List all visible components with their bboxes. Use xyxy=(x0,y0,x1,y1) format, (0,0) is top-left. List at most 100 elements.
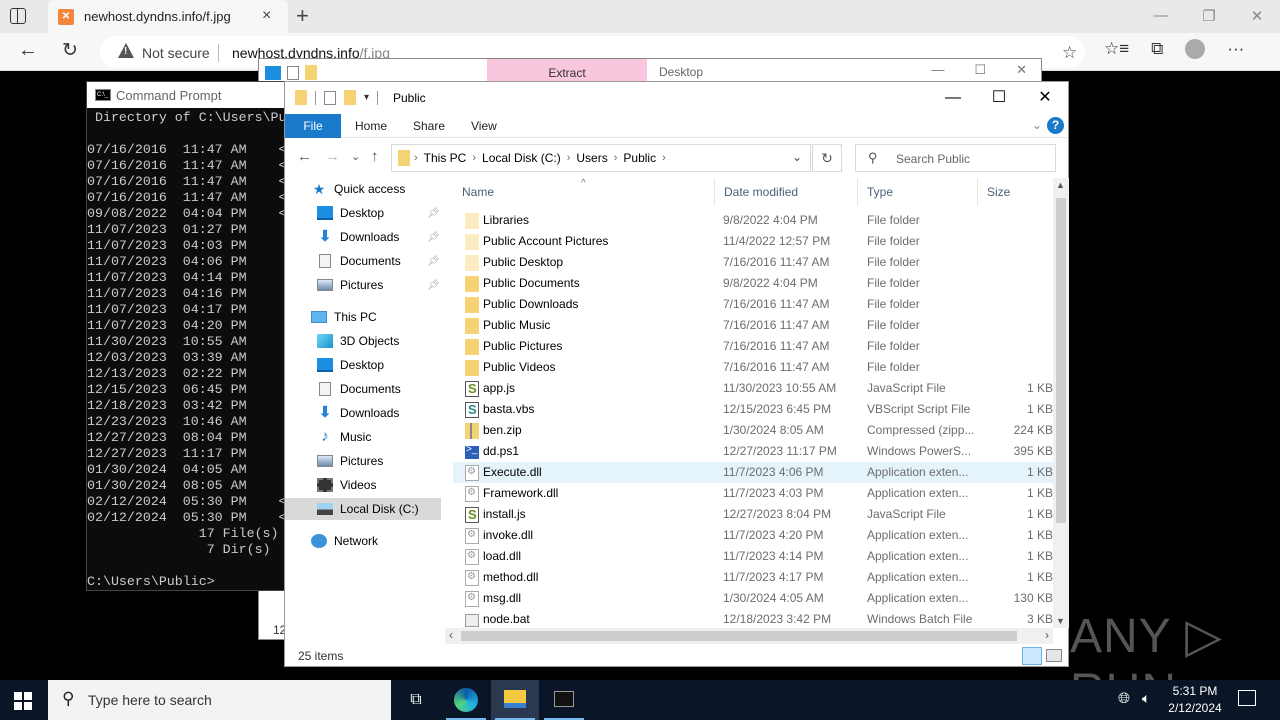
taskbar-file-explorer[interactable] xyxy=(491,680,539,720)
new-folder-icon[interactable] xyxy=(305,65,317,80)
start-button[interactable] xyxy=(14,692,32,710)
cmd-output[interactable]: Directory of C:\Users\Pu 07/16/2016 11:47… xyxy=(87,108,285,590)
file-row[interactable]: Public Desktop 7/16/2016 11:47 AM File fol… xyxy=(453,252,1053,273)
close-icon[interactable]: ✕ xyxy=(1016,62,1027,78)
volume-icon[interactable]: 🔈︎ xyxy=(1142,690,1150,707)
search-input[interactable]: ⚲ Search Public xyxy=(855,144,1056,172)
not-secure-label[interactable]: Not secure xyxy=(142,45,210,61)
taskbar-command-prompt[interactable] xyxy=(540,680,588,720)
sidebar-item-pictures[interactable]: Pictures 📌︎ xyxy=(285,274,441,296)
back-button[interactable]: ← xyxy=(297,148,312,165)
sidebar-item-desktop[interactable]: Desktop 📌︎ xyxy=(285,202,441,224)
sidebar-item-downloads[interactable]: ⬇ Downloads 📌︎ xyxy=(285,226,441,248)
breadcrumb-item[interactable]: Users xyxy=(576,151,607,165)
extract-context-tab[interactable]: Extract xyxy=(487,59,647,81)
notifications-icon[interactable] xyxy=(1238,690,1256,706)
file-row[interactable]: app.js 11/30/2023 10:55 AM JavaScript File… xyxy=(453,378,1053,399)
sidebar-item-documents[interactable]: Documents xyxy=(285,378,441,400)
pin-icon[interactable]: 📌︎ xyxy=(427,280,440,291)
file-row[interactable]: basta.vbs 12/15/2023 6:45 PM VBScript Scri… xyxy=(453,399,1053,420)
more-icon[interactable]: ··· xyxy=(1227,39,1244,59)
task-view-button[interactable]: ⧉ xyxy=(392,680,440,720)
sidebar-item-this-pc[interactable]: This PC xyxy=(285,306,441,328)
restore-icon[interactable]: ❐ xyxy=(1200,7,1218,25)
column-size[interactable]: Size xyxy=(978,178,1053,206)
explorer-titlebar[interactable]: ▾ Public — ☐ ✕ xyxy=(285,82,1068,114)
horizontal-scrollbar[interactable]: ‹ › xyxy=(445,628,1053,644)
network-icon[interactable]: 🌐︎ xyxy=(1118,690,1130,707)
details-view-icon[interactable] xyxy=(1022,647,1042,665)
sidebar-item-local-disk-c[interactable]: Local Disk (C:) xyxy=(285,498,441,520)
breadcrumb[interactable]: › This PC › Local Disk (C:) › Users › Public › ⌄ xyxy=(391,144,811,172)
vertical-scrollbar[interactable]: ▲ ▼ xyxy=(1053,178,1069,628)
scroll-down-icon[interactable]: ▼ xyxy=(1056,616,1065,626)
file-row[interactable]: node.bat 12/18/2023 3:42 PM Windows Batch … xyxy=(453,609,1053,628)
tab-share[interactable]: Share xyxy=(413,114,445,138)
sidebar-item-videos[interactable]: Videos xyxy=(285,474,441,496)
file-row[interactable]: Framework.dll 11/7/2023 4:03 PM Applicatio… xyxy=(453,483,1053,504)
expand-ribbon-icon[interactable]: ⌄ xyxy=(1032,118,1042,132)
new-folder-icon[interactable] xyxy=(344,90,356,105)
clock[interactable]: 5:31 PM 2/12/2024 xyxy=(1165,683,1225,717)
file-row[interactable]: Libraries 9/8/2022 4:04 PM File folder xyxy=(453,210,1053,231)
command-prompt-window[interactable]: C:\_ Command Prompt Directory of C:\User… xyxy=(86,81,286,591)
help-icon[interactable]: ? xyxy=(1047,117,1064,134)
file-row[interactable]: Public Pictures 7/16/2016 11:47 AM File fo… xyxy=(453,336,1053,357)
vertical-scroll-thumb[interactable] xyxy=(1056,198,1066,523)
chevron-right-icon[interactable]: › xyxy=(472,152,476,164)
pin-icon[interactable]: 📌︎ xyxy=(427,232,440,243)
close-icon[interactable]: ✕ xyxy=(1248,7,1266,25)
sidebar-item-3d-objects[interactable]: 3D Objects xyxy=(285,330,441,352)
file-row[interactable]: Execute.dll 11/7/2023 4:06 PM Application … xyxy=(453,462,1053,483)
maximize-button[interactable]: ☐ xyxy=(976,82,1022,114)
sidebar-item-network[interactable]: Network xyxy=(285,530,441,552)
up-button[interactable]: ↑ xyxy=(371,148,379,165)
scroll-right-icon[interactable]: › xyxy=(1045,628,1049,642)
tab-home[interactable]: Home xyxy=(355,114,387,138)
sidebar-item-downloads[interactable]: ⬇ Downloads xyxy=(285,402,441,424)
browser-tab[interactable]: ✕ newhost.dyndns.info/f.jpg × xyxy=(48,0,288,33)
maximize-icon[interactable]: ☐ xyxy=(974,62,986,78)
chevron-right-icon[interactable]: › xyxy=(662,152,666,164)
customize-toolbar-icon[interactable]: ▾ xyxy=(364,92,369,103)
breadcrumb-item[interactable]: Public xyxy=(623,151,656,165)
warning-icon[interactable] xyxy=(118,43,134,58)
reload-button[interactable]: ↻ xyxy=(62,39,78,62)
minimize-button[interactable]: — xyxy=(930,82,976,114)
taskbar-search[interactable]: ⚲ Type here to search xyxy=(48,680,391,720)
profile-avatar[interactable] xyxy=(1185,39,1206,59)
horizontal-scroll-thumb[interactable] xyxy=(461,631,1017,641)
file-row[interactable]: load.dll 11/7/2023 4:14 PM Application ext… xyxy=(453,546,1053,567)
file-row[interactable]: install.js 12/27/2023 8:04 PM JavaScript F… xyxy=(453,504,1053,525)
file-row[interactable]: ben.zip 1/30/2024 8:05 AM Compressed (zipp… xyxy=(453,420,1053,441)
sidebar-item-quick-access[interactable]: ★ Quick access xyxy=(285,178,441,200)
file-row[interactable]: Public Music 7/16/2016 11:47 AM File folde… xyxy=(453,315,1053,336)
forward-button[interactable]: → xyxy=(325,148,340,165)
sidebar-item-music[interactable]: ♪ Music xyxy=(285,426,441,448)
properties-icon[interactable] xyxy=(287,65,299,80)
breadcrumb-item[interactable]: Local Disk (C:) xyxy=(482,151,561,165)
recent-locations-button[interactable]: ⌄ xyxy=(351,150,360,163)
file-row[interactable]: invoke.dll 11/7/2023 4:20 PM Application e… xyxy=(453,525,1053,546)
file-row[interactable]: method.dll 11/7/2023 4:17 PM Application e… xyxy=(453,567,1053,588)
properties-icon[interactable] xyxy=(324,90,336,105)
tab-view[interactable]: View xyxy=(471,114,497,138)
tab-file[interactable]: File xyxy=(285,114,341,138)
column-date-modified[interactable]: Date modified xyxy=(715,178,858,206)
column-type[interactable]: Type xyxy=(858,178,978,206)
file-row[interactable]: Public Videos 7/16/2016 11:47 AM File fold… xyxy=(453,357,1053,378)
back-button[interactable]: ← xyxy=(18,39,38,62)
chevron-right-icon[interactable]: › xyxy=(567,152,571,164)
favorites-icon[interactable]: ☆≡ xyxy=(1104,39,1129,59)
public-explorer-window[interactable]: ▾ Public — ☐ ✕ File Home Share View ⌄ ? … xyxy=(284,81,1069,667)
file-row[interactable]: Public Downloads 7/16/2016 11:47 AM File f… xyxy=(453,294,1053,315)
new-tab-button[interactable]: + xyxy=(296,3,309,29)
cmd-titlebar[interactable]: C:\_ Command Prompt xyxy=(87,82,285,108)
file-row[interactable]: Public Documents 9/8/2022 4:04 PM File fol… xyxy=(453,273,1053,294)
sidebar-item-desktop[interactable]: Desktop xyxy=(285,354,441,376)
close-button[interactable]: ✕ xyxy=(1022,82,1068,114)
minimize-icon[interactable]: — xyxy=(1152,7,1170,25)
pin-icon[interactable]: 📌︎ xyxy=(427,208,440,219)
address-dropdown-icon[interactable]: ⌄ xyxy=(792,150,802,164)
add-favorite-icon[interactable]: ☆ xyxy=(1062,43,1077,63)
